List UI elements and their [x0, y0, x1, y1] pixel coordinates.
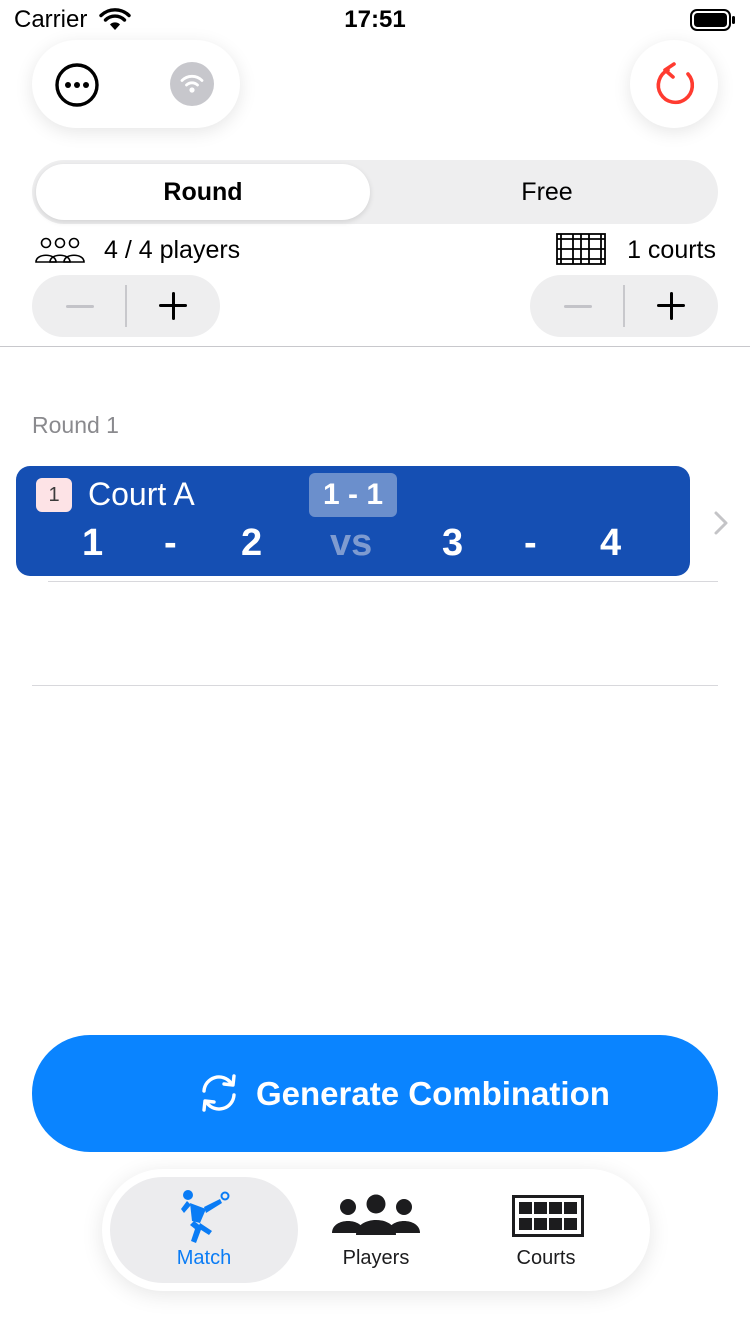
list-separator	[32, 685, 718, 686]
players-decrement-button[interactable]	[32, 275, 125, 337]
courts-stepper	[530, 275, 718, 337]
wifi-icon	[180, 74, 204, 93]
chevron-right-icon[interactable]	[712, 510, 730, 536]
players-stepper	[32, 275, 220, 337]
list-separator	[48, 581, 718, 582]
tab-bar: Match Players Courts	[102, 1169, 650, 1291]
court-name: Court A	[88, 476, 195, 512]
minus-icon	[66, 305, 94, 308]
vs-label: vs	[330, 522, 373, 564]
tab-label: Players	[342, 1247, 410, 1269]
mode-segmented-control: Round Free	[32, 160, 718, 224]
ellipsis-circle-icon	[55, 63, 99, 107]
generate-label: Generate Combination	[256, 1075, 610, 1112]
reset-button[interactable]	[630, 40, 718, 128]
players-increment-button[interactable]	[127, 275, 220, 337]
clock: 17:51	[344, 6, 406, 33]
match-score: 1 - 1	[309, 473, 397, 517]
team-a-separator: -	[164, 522, 177, 564]
more-options-button[interactable]	[54, 62, 100, 108]
court-grid-icon	[556, 233, 606, 265]
team-a-player-2: 2	[241, 522, 263, 564]
generate-combination-button[interactable]: Generate Combination	[32, 1035, 718, 1152]
team-b-separator: -	[524, 522, 537, 564]
court-match-card[interactable]: 1 Court A 1 - 1 1 - 2 vs 3 - 4	[16, 466, 690, 576]
player-serving-icon	[181, 1190, 230, 1243]
team-b-player-1: 3	[442, 522, 464, 564]
round-title: Round 1	[32, 412, 119, 438]
segment-round[interactable]: Round	[36, 160, 370, 224]
status-bar: Carrier 17:51	[0, 0, 750, 40]
tab-label: Courts	[516, 1247, 576, 1269]
courts-decrement-button[interactable]	[530, 275, 623, 337]
rotate-left-icon	[656, 62, 695, 105]
court-number-badge: 1	[36, 478, 72, 512]
courts-count: 1 courts	[627, 236, 716, 264]
players-count: 4 / 4 players	[104, 236, 241, 264]
minus-icon	[564, 305, 592, 308]
team-b-player-2: 4	[600, 522, 622, 564]
tab-courts[interactable]: Courts	[462, 1177, 630, 1283]
courts-increment-button[interactable]	[625, 275, 718, 337]
team-a-player-1: 1	[82, 522, 104, 564]
tab-label: Match	[176, 1247, 232, 1269]
tab-match[interactable]: Match	[110, 1177, 298, 1283]
segment-free[interactable]: Free	[380, 160, 714, 224]
wifi-toggle-button[interactable]	[170, 62, 214, 106]
three-people-icon	[35, 237, 85, 263]
battery-icon	[690, 9, 735, 31]
header-divider	[0, 346, 750, 347]
top-controls	[32, 40, 240, 128]
group-people-icon	[332, 1194, 420, 1235]
arrows-cycle-icon	[202, 1074, 236, 1112]
plus-icon-vertical	[669, 292, 673, 320]
court-grid-icon	[512, 1195, 584, 1237]
tab-players[interactable]: Players	[292, 1177, 460, 1283]
plus-icon-vertical	[171, 292, 175, 320]
